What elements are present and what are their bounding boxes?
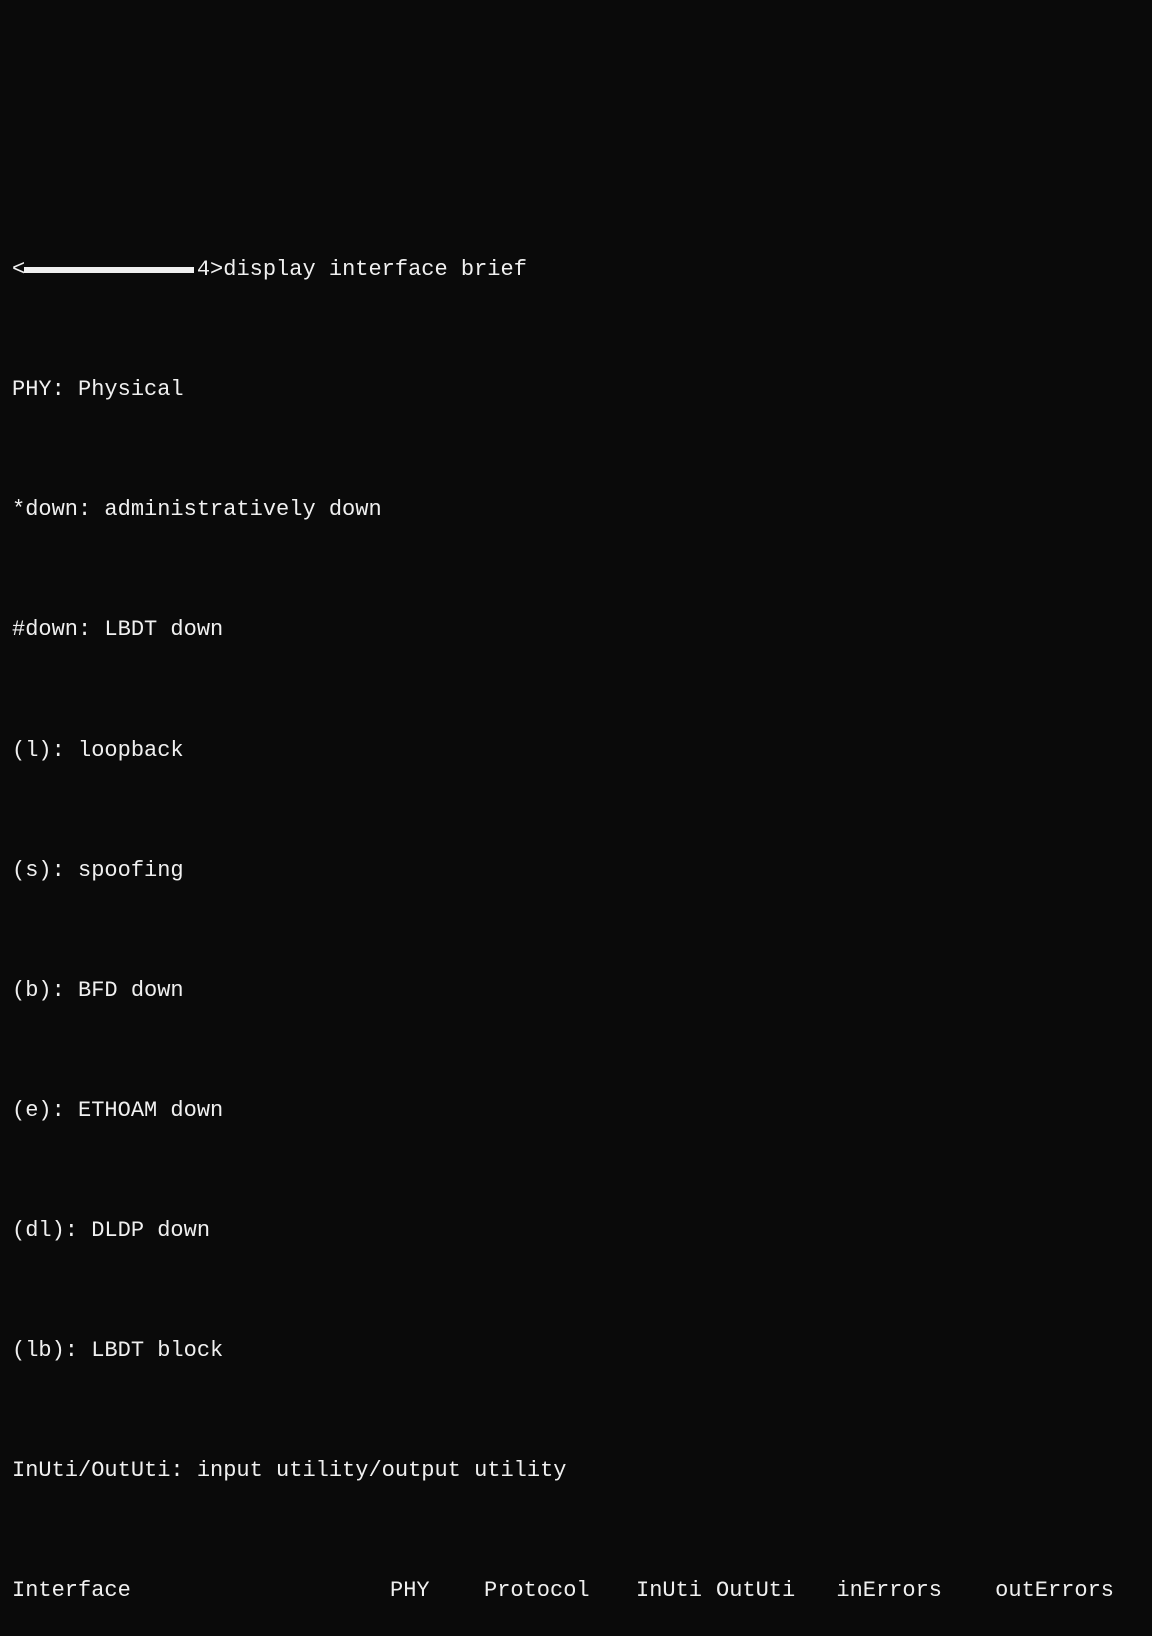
- legend-line: InUti/OutUti: input utility/output utili…: [12, 1451, 1140, 1491]
- legend-line: PHY: Physical: [12, 370, 1140, 410]
- legend-line: (s): spoofing: [12, 851, 1140, 891]
- header-protocol: Protocol: [484, 1571, 636, 1611]
- legend-line: (l): loopback: [12, 731, 1140, 771]
- header-phy: PHY: [390, 1571, 484, 1611]
- header-outerrors: outErrors: [942, 1571, 1114, 1611]
- legend-line: (b): BFD down: [12, 971, 1140, 1011]
- terminal-output: < 4>display interface brief PHY: Physica…: [12, 170, 1140, 1636]
- hostname-redaction: [24, 267, 194, 273]
- header-inerrors: inErrors: [804, 1571, 942, 1611]
- header-interface: Interface: [12, 1571, 390, 1611]
- header-oututi: OutUti: [716, 1571, 804, 1611]
- table-header: InterfacePHYProtocolInUtiOutUtiinErrorso…: [12, 1571, 1140, 1611]
- legend-line: (dl): DLDP down: [12, 1211, 1140, 1251]
- header-inuti: InUti: [636, 1571, 716, 1611]
- legend-line: *down: administratively down: [12, 490, 1140, 530]
- bracket-close: >: [210, 257, 223, 282]
- legend-line: (e): ETHOAM down: [12, 1091, 1140, 1131]
- command-text: display interface brief: [223, 250, 527, 290]
- prompt-line: < 4>display interface brief: [12, 250, 1140, 290]
- hostname-prompt: < 4>: [12, 250, 223, 290]
- legend-line: #down: LBDT down: [12, 610, 1140, 650]
- legend-line: (lb): LBDT block: [12, 1331, 1140, 1371]
